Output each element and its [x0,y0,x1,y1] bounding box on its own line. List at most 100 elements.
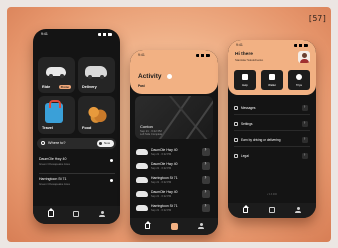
ride-title: DaumOle Hwy 40 [151,148,178,152]
help-label: Help [242,83,248,87]
place-subtitle: Green Chesapeake Area [39,182,70,186]
tile-label: Ride [42,85,51,89]
car-icon [46,67,66,78]
chevron-right-icon[interactable] [202,189,210,198]
trips-label: Trips [295,83,303,87]
signal-battery-icon [294,44,308,47]
greeting: Hi there [235,52,253,57]
ride-history-item[interactable]: DaumOle Hwy 40 Sep 21 · 6:22 PM [136,160,212,173]
saved-place[interactable]: DaumOle Hwy 40 Green Chesapeake Area [39,157,115,173]
now-button[interactable]: Now [97,140,114,147]
where-to-search[interactable]: Where to? Now [37,138,116,149]
recent-trip-map-card[interactable]: Conton Sep 21 · 6:22 PM Left Side Comple… [135,96,213,139]
account-icon-active[interactable] [295,207,301,213]
ride-date: Sep 21 · 6:22 PM [151,209,172,212]
info-icon [234,154,238,158]
phone-account-screen: 9:41 Hi there Stanislav Sokolchenko Help… [228,40,316,218]
luggage-icon [45,100,63,123]
person-icon [234,138,238,142]
saved-place[interactable]: Harringtoon St 71 Green Chesapeake Area [39,177,115,193]
help-button[interactable]: Help [234,70,256,90]
activity-icon[interactable] [73,211,79,217]
activity-icon-active[interactable] [171,223,178,230]
service-tile-travel[interactable]: Travel [38,96,75,134]
activity-header: 9:41 Activity Past [130,50,218,94]
chevron-right-icon[interactable] [202,203,210,212]
ride-history-item[interactable]: DaumOle Hwy 40 Sep 21 · 6:22 PM [136,146,212,159]
gear-icon [234,122,238,126]
ride-title: DaumOle Hwy 40 [151,190,178,194]
bottom-tab-bar [228,203,316,218]
page-number: [57] [307,14,327,23]
search-icon [41,141,45,145]
chevron-right-icon[interactable] [202,147,210,156]
notification-dot-icon [167,74,172,79]
car-icon [136,177,148,183]
home-icon[interactable] [145,221,151,229]
car-icon [136,191,148,197]
place-dot-icon [110,179,113,182]
chevron-right-icon[interactable] [202,161,210,170]
home-icon[interactable] [48,208,54,217]
wallet-label: Wallet [268,83,276,87]
ride-date: Sep 21 · 6:22 PM [151,195,172,198]
map-road [172,96,213,139]
menu-item-settings[interactable]: Settings [234,120,310,130]
avatar[interactable] [298,51,310,63]
divider [234,113,310,114]
ride-history-item[interactable]: Harringtoon St 71 Sep 21 · 6:22 PM [136,202,212,215]
service-tile-ride[interactable]: Ride Promo [38,57,75,93]
search-placeholder: Where to? [48,141,66,145]
status-bar: 9:41 [41,32,112,38]
service-tile-food[interactable]: Food [78,96,115,134]
account-header: 9:41 Hi there Stanislav Sokolchenko Help… [228,40,316,95]
status-bar: 9:41 [138,53,210,59]
status-time: 9:41 [138,53,145,57]
trips-button[interactable]: Trips [288,70,310,90]
divider [234,129,310,130]
tile-label: Travel [42,126,53,130]
bottom-tab-bar [33,206,120,224]
chevron-right-icon [302,104,308,111]
ride-date: Sep 21 · 6:22 PM [151,167,172,170]
ride-date: Sep 21 · 6:22 PM [151,153,172,156]
trip-status: Left Side Complete [140,133,163,136]
signal-battery-icon [196,54,210,57]
chevron-right-icon[interactable] [202,175,210,184]
account-icon[interactable] [99,211,105,217]
menu-item-earn[interactable]: Earn by driving or delivering [234,136,310,146]
menu-label: Legal [241,154,249,158]
menu-label: Messages [241,106,256,110]
menu-item-legal[interactable]: Legal [234,152,310,161]
phone-activity-screen: 9:41 Activity Past Conton Sep 21 · 6:22 … [130,50,218,235]
page-title: Activity [138,73,162,80]
service-tile-delivery[interactable]: Delivery [78,57,115,93]
section-label-past: Past [138,84,145,88]
tile-label: Delivery [82,85,97,89]
car-icon [136,163,148,169]
user-name: Stanislav Sokolchenko [235,58,264,62]
place-subtitle: Green Chesapeake Area [39,162,70,166]
ride-title: Harringtoon St 71 [151,204,178,208]
food-icon [86,105,108,123]
home-icon[interactable] [243,205,249,213]
ride-history-item[interactable]: Harringtoon St 71 Sep 21 · 6:22 PM [136,174,212,187]
place-dot-icon [110,159,113,162]
menu-item-messages[interactable]: Messages [234,104,310,114]
menu-label: Settings [241,122,253,126]
ride-title: DaumOle Hwy 40 [151,162,178,166]
car-icon [136,205,148,211]
car-icon [136,149,148,155]
account-icon[interactable] [198,223,204,229]
divider [39,172,115,173]
status-time: 9:41 [236,43,243,47]
wallet-icon [269,74,275,80]
ride-history-item[interactable]: DaumOle Hwy 40 Sep 21 · 6:22 PM [136,188,212,201]
ride-title: Harringtoon St 71 [151,176,178,180]
chevron-right-icon [302,120,308,127]
promo-badge: Promo [58,85,71,89]
wallet-button[interactable]: Wallet [261,70,283,90]
canvas-background: [57] 9:41 Ride Promo Delivery Travel Foo… [7,7,331,242]
status-bar: 9:41 [236,43,308,49]
activity-icon[interactable] [269,207,275,213]
